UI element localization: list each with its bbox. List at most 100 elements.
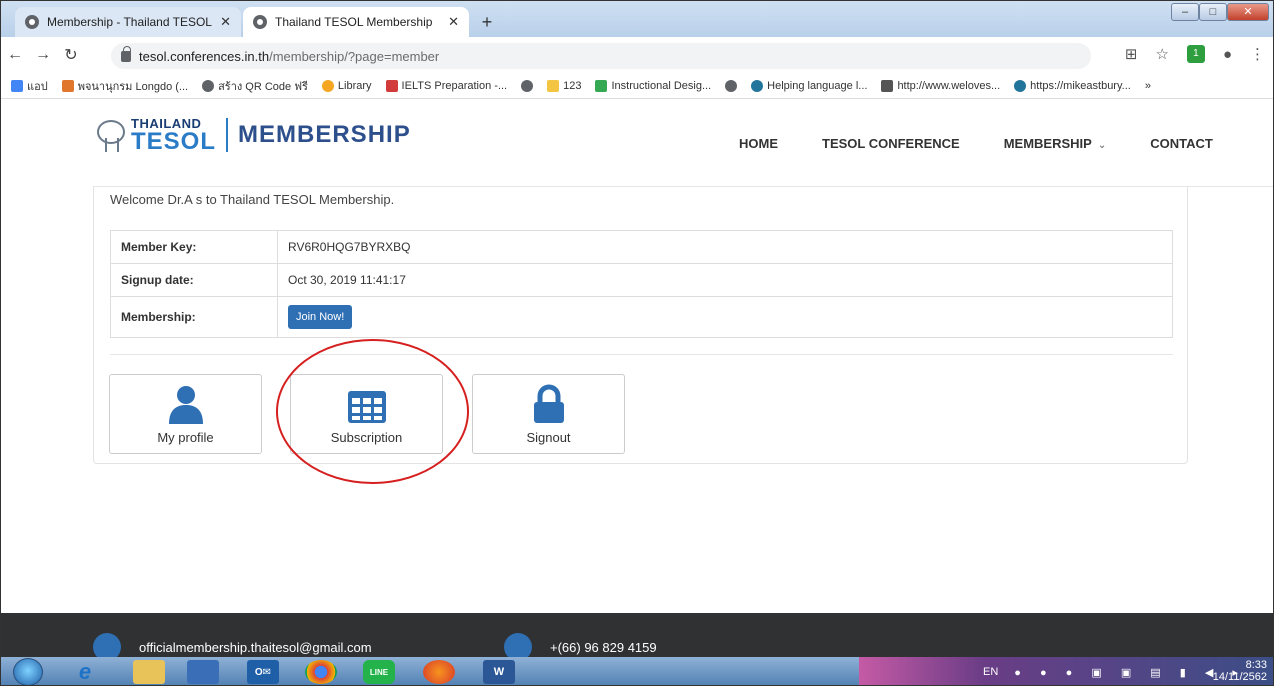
lock-icon [121, 45, 131, 62]
toolbar-actions: ⊞ ☆ 1 ● ⋮ [1125, 45, 1265, 63]
tile-label: Signout [526, 430, 571, 445]
tray-icons[interactable]: ● ● ● ▣ ▣ ▤ ▮ ◀ ▸ [1014, 666, 1246, 679]
word-icon[interactable]: W [483, 660, 515, 684]
logo-text: THAILAND TESOL [131, 117, 216, 154]
member-info-table: Member Key: RV6R0HQG7BYRXBQ Signup date:… [110, 230, 1173, 338]
site-icon [881, 79, 894, 92]
table-row: Membership: Join Now! [110, 296, 1173, 338]
browser-toolbar: ← → ↻ tesol.conferences.in.th/membership… [1, 37, 1273, 73]
join-now-button[interactable]: Join Now! [288, 305, 353, 329]
bookmarks-more[interactable]: » [1145, 80, 1151, 92]
globe-icon [25, 15, 39, 29]
explorer-icon[interactable] [133, 660, 165, 684]
phone-icon [504, 633, 532, 657]
star-icon[interactable]: ☆ [1155, 45, 1168, 63]
bookmark-ielts[interactable]: IELTS Preparation -... [385, 79, 507, 92]
bookmark-qr[interactable]: สร้าง QR Code ฟรี [202, 77, 308, 95]
nav-home[interactable]: HOME [739, 136, 778, 151]
back-icon[interactable]: ← [1, 46, 29, 64]
close-icon[interactable]: ✕ [220, 14, 231, 30]
minimize-button[interactable]: – [1171, 3, 1199, 21]
url-host: tesol.conferences.in.th [139, 48, 270, 64]
globe-icon [725, 79, 738, 92]
library-icon [321, 79, 334, 92]
bookmark-mikeastbury[interactable]: https://mikeastbury... [1014, 79, 1131, 92]
lock-icon [533, 384, 564, 423]
tab-strip: Membership - Thailand TESOL An ✕ Thailan… [1, 1, 1273, 37]
forward-icon[interactable]: → [29, 46, 57, 64]
logo-bottom: TESOL [131, 127, 217, 155]
row-label: Signup date: [110, 263, 278, 297]
globe-icon [521, 79, 534, 92]
row-label: Membership: [110, 296, 278, 338]
mail-icon [93, 633, 121, 657]
ie-icon[interactable]: e [69, 659, 101, 684]
clock-time: 8:33 [1245, 659, 1267, 671]
tab-membership-an[interactable]: Membership - Thailand TESOL An ✕ [15, 7, 241, 37]
row-value: Join Now! [277, 296, 1173, 338]
address-bar[interactable]: tesol.conferences.in.th/membership/?page… [111, 43, 1091, 69]
bookmark-longdo[interactable]: พจนานุกรม Longdo (... [61, 77, 188, 95]
footer-email[interactable]: officialmembership.thaitesol@gmail.com [93, 633, 372, 657]
bookmark-weloves[interactable]: http://www.weloves... [881, 79, 1000, 92]
bookmark-helping[interactable]: Helping language l... [751, 79, 867, 92]
media-icon[interactable] [187, 660, 219, 684]
site-logo[interactable]: THAILAND TESOL MEMBERSHIP [93, 116, 411, 154]
nav-membership[interactable]: MEMBERSHIP ⌄ [1004, 136, 1107, 151]
row-value: RV6R0HQG7BYRXBQ [277, 230, 1173, 264]
my-profile-button[interactable]: My profile [109, 374, 262, 454]
tile-label: Subscription [330, 430, 403, 445]
bookmark-globe[interactable] [521, 79, 534, 92]
main-nav: HOME TESOL CONFERENCE MEMBERSHIP ⌄ CONTAC… [739, 136, 1257, 151]
welcome-message: Welcome Dr.A s to Thailand TESOL Members… [110, 192, 395, 207]
signout-button[interactable]: Signout [472, 374, 625, 454]
new-tab-button[interactable]: + [475, 11, 499, 35]
table-row: Member Key: RV6R0HQG7BYRXBQ [110, 230, 1173, 264]
tile-label: My profile [157, 430, 214, 445]
line-icon[interactable]: LINE [363, 660, 395, 684]
folder-icon [547, 79, 560, 92]
start-button[interactable] [13, 658, 43, 685]
email-text: officialmembership.thaitesol@gmail.com [139, 639, 372, 655]
globe-icon [253, 15, 267, 29]
bookmark-instructional[interactable]: Instructional Desig... [595, 79, 711, 92]
bookmark-library[interactable]: Library [321, 79, 372, 92]
clock[interactable]: 8:33 14/11/2562 [1213, 659, 1267, 683]
panel-divider [110, 354, 1173, 355]
tab-thailand-tesol-membership[interactable]: Thailand TESOL Membership ✕ [243, 7, 469, 37]
nav-tesol-conference[interactable]: TESOL CONFERENCE [822, 136, 960, 151]
table-row: Signup date: Oct 30, 2019 11:41:17 [110, 263, 1173, 297]
bookmark-globe-2[interactable] [725, 79, 738, 92]
user-icon [168, 386, 203, 424]
site-footer: officialmembership.thaitesol@gmail.com +… [1, 613, 1273, 657]
bookmark-apps[interactable]: แอป [11, 77, 48, 95]
ielts-icon [385, 79, 398, 92]
close-icon[interactable]: ✕ [448, 14, 459, 30]
nav-contact[interactable]: CONTACT [1150, 136, 1213, 151]
translate-icon[interactable]: ⊞ [1125, 45, 1138, 63]
window-close-button[interactable]: ✕ [1227, 3, 1269, 21]
extension-icon[interactable]: 1 [1186, 45, 1205, 63]
maximize-button[interactable]: □ [1199, 3, 1227, 21]
phone-text: +(66) 96 829 4159 [550, 639, 657, 655]
menu-icon[interactable]: ⋮ [1250, 45, 1265, 63]
tab-title: Thailand TESOL Membership [275, 15, 433, 29]
row-label: Member Key: [110, 230, 278, 264]
globe-icon [202, 79, 215, 92]
firefox-icon[interactable] [423, 660, 455, 684]
subscription-button[interactable]: Subscription [290, 374, 443, 454]
wordpress-icon [751, 79, 764, 92]
language-indicator[interactable]: EN [983, 666, 998, 678]
apps-icon [11, 79, 23, 92]
clock-date: 14/11/2562 [1212, 671, 1267, 683]
url-path: /membership/?page=member [269, 48, 440, 64]
chrome-icon[interactable] [305, 660, 337, 684]
reload-icon[interactable]: ↻ [57, 45, 85, 65]
bookmark-123[interactable]: 123 [547, 79, 581, 92]
logo-section: MEMBERSHIP [238, 121, 411, 148]
window-controls: – □ ✕ [1171, 3, 1269, 21]
footer-phone[interactable]: +(66) 96 829 4159 [504, 633, 657, 657]
wordpress-icon [1014, 79, 1027, 92]
account-icon[interactable]: ● [1223, 46, 1232, 63]
outlook-icon[interactable]: O✉ [247, 660, 279, 684]
